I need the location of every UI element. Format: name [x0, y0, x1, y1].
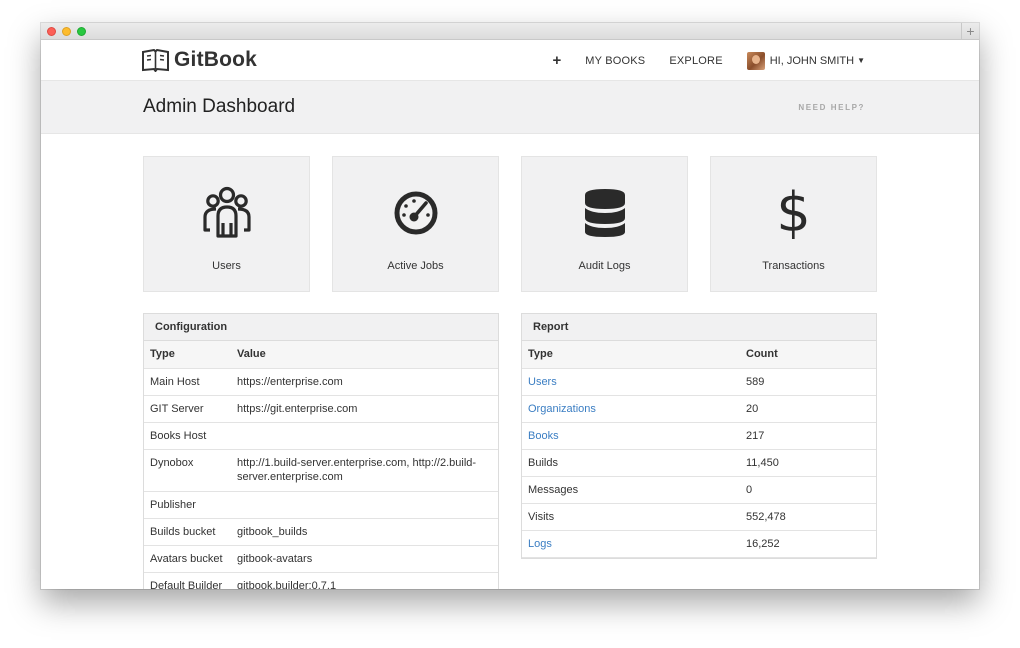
tile-users[interactable]: Users [143, 156, 310, 292]
report-type: Builds [522, 449, 740, 477]
report-count: 0 [740, 476, 876, 504]
table-row: GIT Server https://git.enterprise.com [144, 395, 498, 423]
table-row: Visits 552,478 [522, 503, 876, 531]
table-row: Logs 16,252 [522, 530, 876, 558]
close-window-button[interactable] [47, 27, 56, 36]
config-value [231, 491, 498, 519]
report-count: 552,478 [740, 503, 876, 531]
report-count: 589 [740, 368, 876, 396]
dollar-icon: $ [776, 181, 811, 244]
report-table: Type Count Users 589 Organizations 20 Bo… [522, 341, 876, 558]
config-value: http://1.build-server.enterprise.com, ht… [231, 449, 498, 492]
table-row: Builds bucket gitbook_builds [144, 518, 498, 546]
report-link-organizations[interactable]: Organizations [522, 395, 740, 423]
report-link-users[interactable]: Users [522, 368, 740, 396]
column-header: Count [740, 341, 876, 369]
nav-my-books[interactable]: MY BOOKS [585, 55, 645, 67]
config-value: https://enterprise.com [231, 368, 498, 396]
user-greeting: HI, JOHN SMITH [769, 54, 855, 67]
configuration-title: Configuration [144, 314, 498, 341]
report-panel: Report Type Count Users 589 Organization… [521, 313, 877, 559]
report-count: 20 [740, 395, 876, 423]
tile-label: Transactions [762, 260, 825, 272]
table-row: Avatars bucket gitbook-avatars [144, 545, 498, 573]
page-title: Admin Dashboard [143, 96, 296, 117]
config-type: Books Host [144, 422, 231, 450]
report-link-books[interactable]: Books [522, 422, 740, 450]
config-type: Main Host [144, 368, 231, 396]
table-row: Main Host https://enterprise.com [144, 368, 498, 396]
column-header: Type [144, 341, 231, 369]
table-row: Default Builder gitbook.builder:0.7.1 [144, 572, 498, 589]
gitbook-logo-icon [142, 48, 169, 72]
table-row: Messages 0 [522, 476, 876, 504]
tile-transactions[interactable]: $ Transactions [710, 156, 877, 292]
column-header: Value [231, 341, 498, 369]
table-row: Books Host [144, 422, 498, 450]
report-count: 217 [740, 422, 876, 450]
tile-label: Audit Logs [578, 260, 631, 272]
database-icon [522, 185, 687, 241]
tile-label: Users [212, 260, 241, 272]
caret-down-icon: ▼ [857, 56, 865, 65]
config-value: https://git.enterprise.com [231, 395, 498, 423]
config-type: Avatars bucket [144, 545, 231, 573]
page-header: Admin Dashboard NEED HELP? [41, 81, 979, 134]
report-link-logs[interactable]: Logs [522, 530, 740, 558]
report-type: Messages [522, 476, 740, 504]
config-type: GIT Server [144, 395, 231, 423]
config-type: Default Builder [144, 572, 231, 589]
table-row: Publisher [144, 491, 498, 519]
nav-items: + MY BOOKS EXPLORE HI, JOHN SMITH ▼ [553, 40, 865, 81]
table-header-row: Type Value [144, 341, 498, 369]
maximize-window-button[interactable] [77, 27, 86, 36]
config-value: gitbook.builder:0.7.1 [231, 572, 498, 589]
minimize-window-button[interactable] [62, 27, 71, 36]
create-book-button[interactable]: + [553, 52, 562, 69]
table-row: Organizations 20 [522, 395, 876, 423]
avatar [746, 51, 765, 70]
brand-logo-link[interactable]: GitBook [142, 48, 257, 72]
dashboard-gauge-icon [333, 185, 498, 241]
config-type: Dynobox [144, 449, 231, 492]
configuration-panel: Configuration Type Value Main Host https… [143, 313, 499, 589]
config-type: Builds bucket [144, 518, 231, 546]
table-row: Users 589 [522, 368, 876, 396]
report-count: 11,450 [740, 449, 876, 477]
report-title: Report [522, 314, 876, 341]
tile-active-jobs[interactable]: Active Jobs [332, 156, 499, 292]
config-value [231, 422, 498, 450]
user-menu[interactable]: HI, JOHN SMITH ▼ [746, 51, 865, 70]
table-row: Builds 11,450 [522, 449, 876, 477]
config-value: gitbook-avatars [231, 545, 498, 573]
nav-explore[interactable]: EXPLORE [669, 55, 722, 67]
report-type: Visits [522, 503, 740, 531]
report-count: 16,252 [740, 530, 876, 558]
top-navbar: GitBook + MY BOOKS EXPLORE HI, JOHN SMIT… [41, 40, 979, 81]
table-row: Dynobox http://1.build-server.enterprise… [144, 449, 498, 492]
new-tab-button[interactable]: + [961, 23, 979, 40]
users-icon [144, 185, 309, 241]
config-type: Publisher [144, 491, 231, 519]
column-header: Type [522, 341, 740, 369]
window-titlebar: + [41, 23, 979, 40]
brand-name: GitBook [174, 48, 258, 71]
tile-label: Active Jobs [387, 260, 444, 272]
tile-audit-logs[interactable]: Audit Logs [521, 156, 688, 292]
table-header-row: Type Count [522, 341, 876, 369]
need-help-link[interactable]: NEED HELP? [798, 103, 865, 112]
browser-window: + GitBook + MY BOOKS EXPLORE HI, JOHN SM… [41, 23, 979, 589]
table-row: Books 217 [522, 422, 876, 450]
config-value: gitbook_builds [231, 518, 498, 546]
configuration-table: Type Value Main Host https://enterprise.… [144, 341, 498, 589]
